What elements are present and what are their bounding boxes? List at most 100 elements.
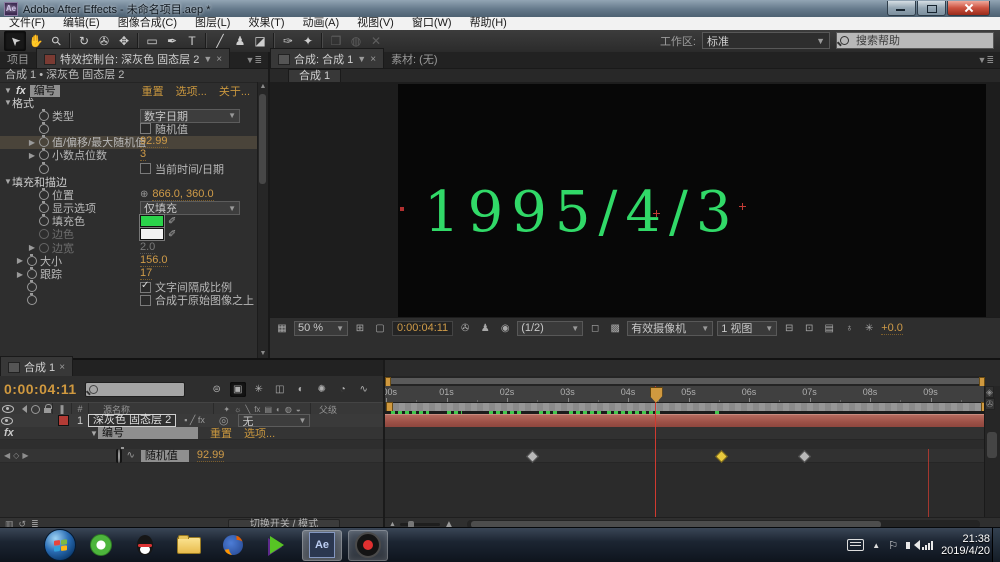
collapse-triangle-icon[interactable]: ▼ <box>4 177 12 186</box>
tab-footage[interactable]: 素材: (无) <box>384 49 444 68</box>
navigator-bar[interactable] <box>386 378 984 384</box>
menu-item-composition[interactable]: 图像合成(C) <box>109 17 186 30</box>
show-desktop-button[interactable] <box>992 528 1000 562</box>
expand-triangle-icon[interactable]: ▶ <box>16 270 24 279</box>
action-center-icon[interactable]: ⚐ <box>888 539 898 552</box>
stopwatch-icon[interactable] <box>39 137 49 147</box>
expand-triangle-icon[interactable]: ▶ <box>28 243 36 252</box>
stopwatch-icon[interactable] <box>27 256 37 266</box>
motion-blur[interactable]: ◐ <box>293 382 309 397</box>
work-area[interactable] <box>385 402 985 411</box>
options-link[interactable]: 选项... <box>244 425 275 441</box>
channels-icon[interactable]: ◉ <box>497 321 513 335</box>
effect-name[interactable]: 编号 <box>30 85 60 97</box>
current-time-indicator[interactable] <box>655 386 656 517</box>
color-swatch[interactable] <box>140 215 164 227</box>
property-select[interactable]: 仅填充▼ <box>140 201 240 215</box>
comp-mini-flowchart[interactable]: ⊜ <box>209 382 225 397</box>
media-player[interactable] <box>258 531 296 560</box>
layer-edge-marker[interactable] <box>400 207 404 211</box>
network-icon[interactable] <box>922 541 933 550</box>
collapse-triangle-icon[interactable]: ▼ <box>4 98 12 107</box>
property-value[interactable]: 3 <box>140 149 146 161</box>
stopwatch-icon[interactable] <box>39 243 49 253</box>
close-tab-icon[interactable]: × <box>59 362 65 373</box>
effect-property-row[interactable]: 边色✐ <box>0 228 258 241</box>
snapshot-icon[interactable]: ✇ <box>457 321 473 335</box>
composition-canvas[interactable]: 1995/4/3 <box>398 84 986 338</box>
effect-property-row[interactable]: ▶边宽2.0 <box>0 241 258 254</box>
effect-property-row[interactable]: 显示选项仅填充▼ <box>0 202 258 215</box>
comp-name-tab[interactable]: 合成 1 <box>288 69 341 83</box>
close-button[interactable] <box>947 1 990 16</box>
property-keyframe-track[interactable] <box>385 449 985 463</box>
help-search-input[interactable] <box>854 34 978 48</box>
effect-row[interactable]: fx ▼ 编号 重置 选项... <box>0 427 383 440</box>
exposure-value[interactable]: +0.0 <box>881 322 903 335</box>
stopwatch-icon[interactable] <box>27 295 37 305</box>
stopwatch-icon[interactable] <box>39 111 49 121</box>
eyedropper-icon[interactable]: ✐ <box>168 216 176 227</box>
time-navigator[interactable] <box>385 376 985 386</box>
keyframe-diamond[interactable] <box>715 450 728 463</box>
help-search[interactable] <box>836 32 994 49</box>
time-ruler[interactable]: 0:00s01s02s03s04s05s06s07s08s09s10s <box>385 386 985 403</box>
expand-triangle-icon[interactable]: ▶ <box>16 256 24 265</box>
panel-menu-icon[interactable]: ▼≣ <box>240 53 268 68</box>
timeline-search[interactable] <box>85 382 185 397</box>
add-keyframe-icon[interactable]: ◇ <box>13 451 19 460</box>
stopwatch-icon[interactable] <box>39 124 49 134</box>
effect-property-row[interactable]: ▶大小156.0 <box>0 254 258 267</box>
effect-property-row[interactable]: ▼填充和描边 <box>0 175 258 188</box>
camera-select[interactable]: 有效摄像机▼ <box>627 321 713 336</box>
keyframe-diamond[interactable] <box>799 450 812 463</box>
property-checkbox[interactable] <box>140 163 151 174</box>
stopwatch-icon[interactable] <box>39 164 49 174</box>
grid-options-icon[interactable]: ▦ <box>274 321 290 335</box>
next-keyframe-icon[interactable]: ▶ <box>22 451 28 460</box>
property-checkbox[interactable] <box>140 282 151 293</box>
close-tab-icon[interactable]: × <box>370 54 376 65</box>
comp-marker-icon[interactable]: ◈ <box>985 386 994 398</box>
scroll-down-icon[interactable]: ▼ <box>259 350 267 357</box>
property-value[interactable]: 156.0 <box>140 255 168 267</box>
layer-row[interactable]: 1 深灰色 固态层 2 ▪ ╱ fx ◎ 无 ▼ <box>0 414 383 428</box>
magnification-select[interactable]: 50 %▼ <box>294 321 348 336</box>
viewer-timecode[interactable]: 0:00:04:11 <box>392 321 453 336</box>
effect-property-row[interactable]: 位置⊕866.0, 360.0 <box>0 188 258 201</box>
browser-360[interactable] <box>82 531 120 560</box>
collapse-triangle-icon[interactable]: ▼ <box>90 429 98 438</box>
scrollbar-thumb[interactable] <box>259 94 266 184</box>
previous-keyframe-icon[interactable]: ◀ <box>4 451 10 460</box>
tab-effect-controls[interactable]: 特效控制台: 深灰色 固态层 2 ▼ × <box>36 48 230 68</box>
auto-keyframe[interactable]: ◔ <box>335 382 351 397</box>
stopwatch-icon[interactable] <box>39 216 49 226</box>
eye-icon[interactable] <box>1 417 13 425</box>
effect-point-marker[interactable] <box>739 203 746 210</box>
lock-views-icon[interactable]: ⊡ <box>801 321 817 335</box>
start-button[interactable] <box>44 529 76 561</box>
menu-item-window[interactable]: 窗口(W) <box>403 17 461 30</box>
expand-triangle-icon[interactable]: ▶ <box>28 151 36 160</box>
flowchart-icon[interactable]: ♁ <box>841 321 857 335</box>
menu-item-edit[interactable]: 编辑(E) <box>54 17 109 30</box>
safe-zones-icon[interactable]: ⊞ <box>352 321 368 335</box>
effect-property-row[interactable]: ▶值/偏移/最大随机值92.99 <box>0 136 258 149</box>
collapse-triangle-icon[interactable]: ▼ <box>4 86 12 95</box>
property-name[interactable]: 随机值 <box>141 450 189 462</box>
brainstorm[interactable]: ✺ <box>314 382 330 397</box>
share-view-icon[interactable]: ⊟ <box>781 321 797 335</box>
screen-recorder[interactable] <box>348 530 388 561</box>
eyedropper-icon[interactable]: ✐ <box>168 229 176 240</box>
tab-timeline-comp[interactable]: 合成 1 × <box>0 356 73 376</box>
menu-item-animation[interactable]: 动画(A) <box>294 17 349 30</box>
eraser-tool[interactable]: ◪ <box>250 32 270 50</box>
stopwatch-icon[interactable] <box>39 203 49 213</box>
property-checkbox[interactable] <box>140 123 151 134</box>
windows-explorer[interactable] <box>170 531 208 560</box>
effect-track[interactable] <box>385 427 985 440</box>
clone-stamp-tool[interactable]: ♟ <box>230 32 250 50</box>
volume-icon[interactable] <box>906 542 910 549</box>
minimize-button[interactable] <box>887 1 916 16</box>
current-time-display[interactable]: 0:00:04:11 <box>4 381 77 397</box>
